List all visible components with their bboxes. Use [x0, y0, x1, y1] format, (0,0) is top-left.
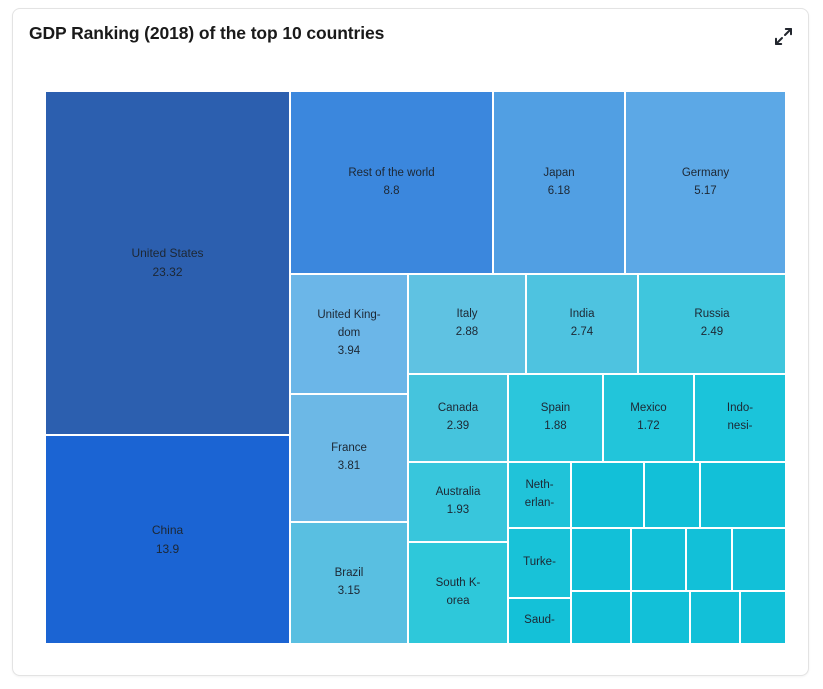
screenshot-root: GDP Ranking (2018) of the top 10 countri… [0, 0, 823, 689]
treemap-tile-turkey[interactable]: Turke- [508, 528, 571, 598]
treemap-tile-south-korea[interactable]: South K- orea [408, 542, 508, 644]
page-title: GDP Ranking (2018) of the top 10 countri… [29, 23, 385, 43]
tile-label: United King- [317, 309, 381, 322]
tile-value: 2.88 [455, 326, 479, 338]
treemap-tile-mexico[interactable]: Mexico 1.72 [603, 374, 694, 462]
treemap-tile-small[interactable] [690, 591, 740, 644]
treemap-tile-australia[interactable]: Australia 1.93 [408, 462, 508, 542]
tile-label: South K- [435, 577, 481, 590]
treemap-tile-china[interactable]: China 13.9 [45, 435, 290, 644]
treemap-tile-germany[interactable]: Germany 5.17 [625, 91, 786, 274]
chart-card: GDP Ranking (2018) of the top 10 countri… [12, 8, 809, 676]
tile-label: France [331, 442, 367, 455]
tile-label: Saud- [524, 614, 555, 627]
tile-value: 2.39 [446, 420, 470, 432]
treemap-tile-spain[interactable]: Spain 1.88 [508, 374, 603, 462]
tile-value: 6.18 [547, 184, 571, 197]
treemap-tile-russia[interactable]: Russia 2.49 [638, 274, 786, 374]
tile-label: Indo- [726, 402, 754, 415]
expand-fullscreen-button[interactable] [768, 21, 798, 51]
treemap-tile-small[interactable] [700, 462, 786, 528]
treemap-tile-indonesia[interactable]: Indo- nesi- [694, 374, 786, 462]
tile-label: United States [131, 246, 204, 261]
tile-value: 2.49 [700, 326, 724, 338]
tile-label: Canada [437, 402, 479, 415]
tile-label: Rest of the world [348, 166, 435, 179]
tile-label: Turke- [523, 556, 556, 569]
expand-diagonal-arrows-icon [774, 27, 793, 46]
tile-value: 1.88 [544, 420, 567, 432]
treemap-tile-small[interactable] [571, 462, 644, 528]
tile-value: 13.9 [155, 541, 180, 556]
treemap-tile-canada[interactable]: Canada 2.39 [408, 374, 508, 462]
treemap-tile-small[interactable] [571, 591, 631, 644]
treemap-tile-small[interactable] [644, 462, 700, 528]
tile-value: 1.93 [446, 504, 470, 516]
tile-label-line2: orea [446, 595, 470, 607]
tile-label: India [569, 308, 595, 321]
tile-value: 5.17 [694, 184, 717, 197]
tile-value: 23.32 [152, 265, 183, 279]
treemap-tile-small[interactable] [631, 528, 686, 591]
tile-value: 3.81 [337, 460, 361, 472]
tile-label: Spain [540, 402, 571, 415]
tile-label-line2: dom [337, 327, 361, 340]
tile-value: 2.74 [570, 326, 594, 338]
tile-value: 8.8 [383, 184, 400, 197]
tile-label: Italy [456, 308, 478, 321]
treemap-tile-small[interactable] [686, 528, 732, 591]
tile-label: Australia [435, 486, 481, 499]
treemap-tile-small[interactable] [740, 591, 786, 644]
tile-label: Japan [543, 166, 575, 179]
treemap-chart: United States 23.32 China 13.9 Rest of t… [45, 91, 786, 644]
treemap-tile-japan[interactable]: Japan 6.18 [493, 91, 625, 274]
tile-label: Brazil [334, 567, 364, 580]
tile-label: Mexico [630, 402, 667, 415]
tile-label: Russia [694, 308, 730, 321]
tile-value: 1.72 [637, 420, 660, 432]
tile-label: Germany [681, 166, 730, 179]
tile-label: China [151, 522, 184, 537]
tile-value: 3.94 [337, 344, 361, 357]
treemap-tile-saudi-arabia[interactable]: Saud- [508, 598, 571, 644]
treemap-tile-small[interactable] [732, 528, 786, 591]
treemap-tile-rest-of-the-world[interactable]: Rest of the world 8.8 [290, 91, 493, 274]
treemap-tile-france[interactable]: France 3.81 [290, 394, 408, 522]
treemap-tile-united-states[interactable]: United States 23.32 [45, 91, 290, 435]
treemap-tile-small[interactable] [571, 528, 631, 591]
tile-label-line2: erlan- [524, 497, 555, 509]
tile-value: 3.15 [337, 585, 361, 597]
tile-label-line2: nesi- [727, 420, 753, 432]
treemap-tile-italy[interactable]: Italy 2.88 [408, 274, 526, 374]
tile-label: Neth- [525, 479, 554, 492]
treemap-tile-small[interactable] [631, 591, 690, 644]
treemap-tile-india[interactable]: India 2.74 [526, 274, 638, 374]
treemap-tile-brazil[interactable]: Brazil 3.15 [290, 522, 408, 644]
treemap-tile-united-kingdom[interactable]: United King- dom 3.94 [290, 274, 408, 394]
treemap-tile-netherlands[interactable]: Neth- erlan- [508, 462, 571, 528]
